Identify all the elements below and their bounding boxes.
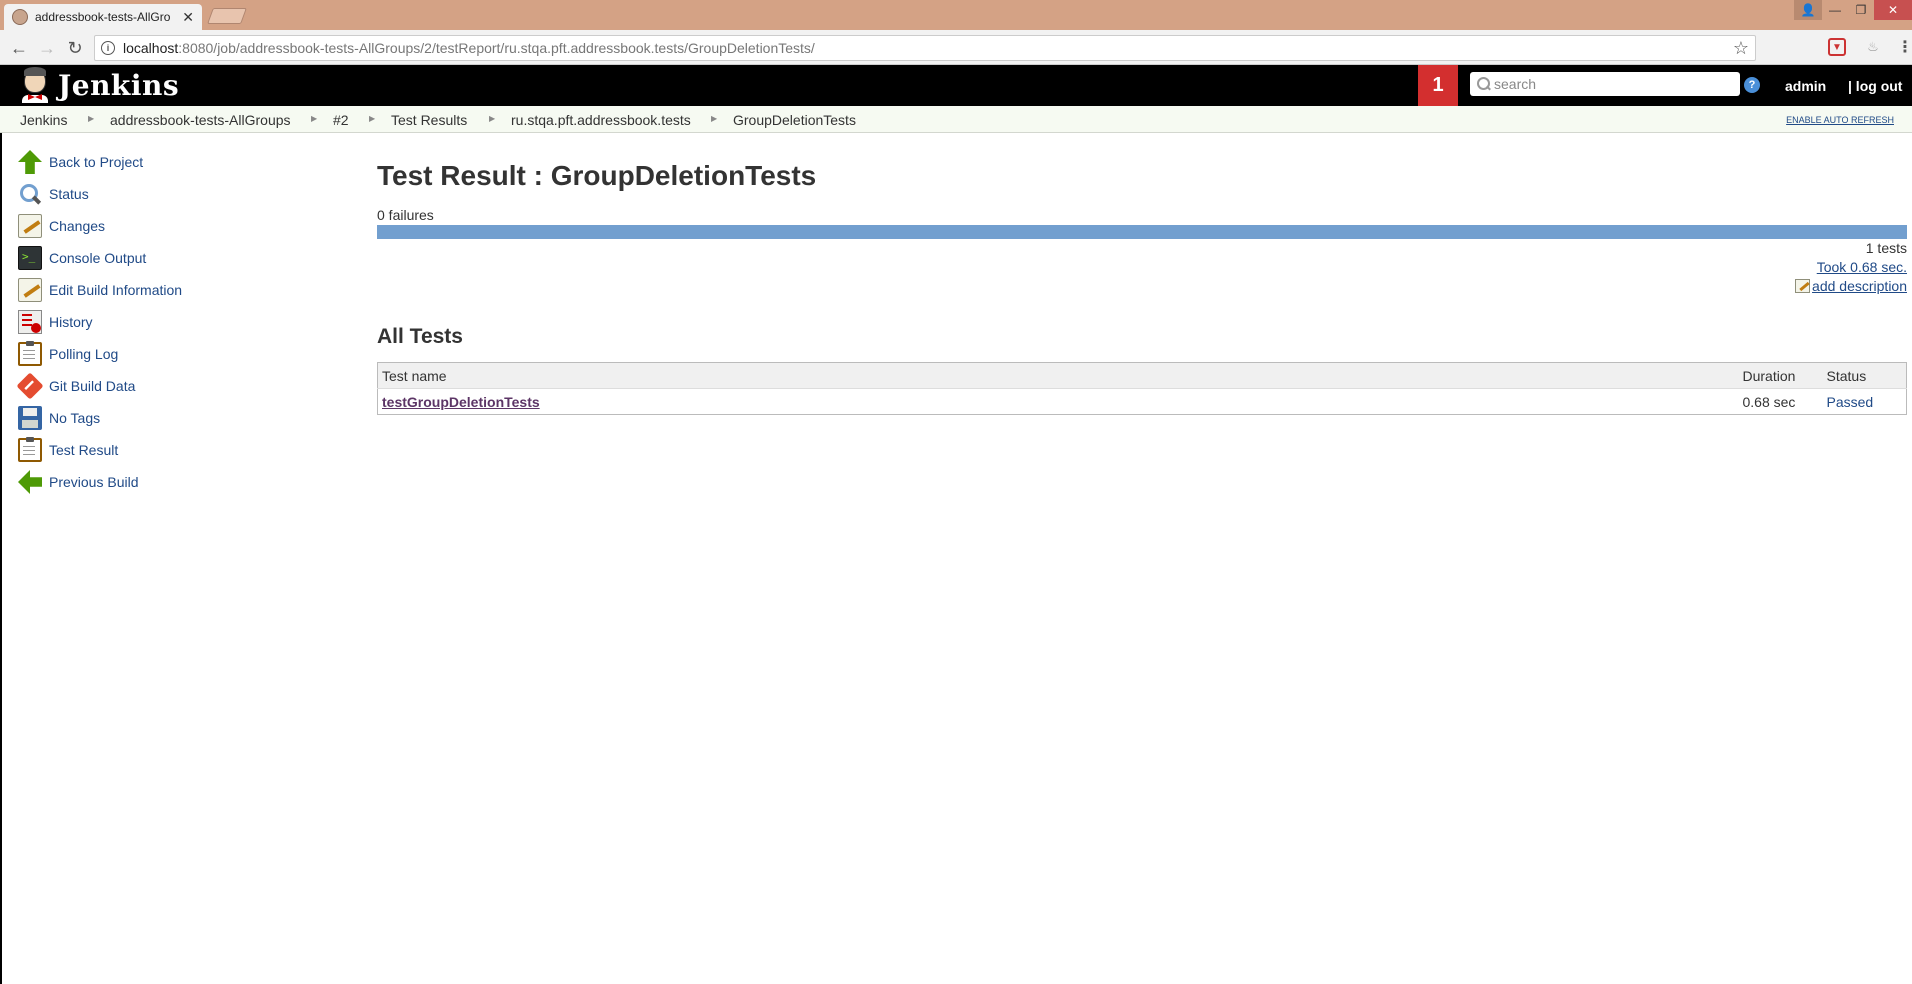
up-arrow-icon — [18, 150, 42, 174]
java-extension-icon[interactable]: ♨ — [1864, 38, 1882, 56]
test-results-table: Test name Duration Status testGroupDelet… — [377, 362, 1907, 415]
jenkins-favicon-icon — [12, 9, 28, 25]
git-icon — [16, 372, 44, 400]
sidebar-item-polling-log[interactable]: Polling Log — [18, 341, 118, 366]
browser-tab[interactable]: addressbook-tests-AllGro ✕ — [4, 4, 202, 30]
jenkins-title: Jenkins — [58, 68, 180, 102]
new-tab-button[interactable] — [207, 8, 247, 24]
sidebar-item-back-to-project[interactable]: Back to Project — [18, 150, 143, 174]
table-row: testGroupDeletionTests 0.68 sec Passed — [378, 389, 1907, 415]
breadcrumb-item[interactable]: ru.stqa.pft.addressbook.tests — [511, 112, 691, 128]
info-icon[interactable]: i — [101, 41, 115, 55]
column-header-status[interactable]: Status — [1822, 362, 1907, 389]
clipboard-icon — [18, 437, 42, 462]
edit-notepad-icon — [1795, 279, 1811, 293]
user-link[interactable]: admin — [1785, 78, 1826, 94]
test-pass-bar — [377, 225, 1907, 239]
failures-count: 0 failures — [377, 207, 434, 223]
url-path: :8080/job/addressbook-tests-AllGroups/2/… — [178, 40, 815, 56]
terminal-icon — [18, 246, 42, 270]
browser-toolbar: ← → ↻ i localhost :8080/job/addressbook-… — [0, 30, 1912, 65]
url-host: localhost — [123, 40, 179, 56]
maximize-button[interactable]: ❐ — [1848, 0, 1874, 20]
reload-icon[interactable]: ↻ — [64, 37, 86, 59]
sidebar-item-history[interactable]: History — [18, 310, 93, 334]
tab-close-icon[interactable]: ✕ — [182, 9, 194, 26]
sidebar-item-label[interactable]: Back to Project — [49, 154, 143, 170]
breadcrumb-item[interactable]: #2 — [333, 112, 349, 128]
tab-title: addressbook-tests-AllGro — [35, 10, 171, 24]
minimize-button[interactable]: — — [1822, 0, 1848, 20]
sidebar-item-label[interactable]: Polling Log — [49, 346, 118, 362]
breadcrumb-item[interactable]: GroupDeletionTests — [733, 112, 856, 128]
sidebar-item-git-build-data[interactable]: Git Build Data — [16, 372, 135, 400]
breadcrumb-item[interactable]: Test Results — [391, 112, 467, 128]
took-link[interactable]: Took 0.68 sec. — [1817, 259, 1907, 275]
sidebar-item-label[interactable]: Edit Build Information — [49, 282, 182, 298]
back-arrow-icon[interactable]: ← — [8, 37, 30, 59]
history-icon — [18, 310, 42, 334]
test-name-cell: testGroupDeletionTests — [378, 389, 1739, 415]
page-title: Test Result : GroupDeletionTests — [377, 160, 817, 191]
floppy-icon — [18, 406, 42, 430]
address-bar[interactable]: i localhost :8080/job/addressbook-tests-… — [94, 35, 1756, 61]
search-box — [1470, 72, 1740, 96]
sidebar-item-edit-build-information[interactable]: Edit Build Information — [18, 278, 182, 302]
column-header-test-name[interactable]: Test name — [377, 362, 1739, 389]
sidebar-item-label[interactable]: Git Build Data — [49, 378, 135, 394]
jenkins-logo[interactable]: Jenkins — [18, 67, 179, 103]
breadcrumb-item[interactable]: addressbook-tests-AllGroups — [110, 112, 291, 128]
test-duration-cell: 0.68 sec — [1742, 393, 1796, 410]
notepad-icon — [18, 278, 42, 302]
bookmark-star-icon[interactable]: ☆ — [1733, 38, 1749, 59]
clipboard-icon — [18, 341, 42, 366]
profile-icon[interactable]: 👤 — [1794, 0, 1822, 20]
breadcrumb: Jenkins ▶ addressbook-tests-AllGroups ▶ … — [0, 106, 1912, 133]
sidebar-item-label[interactable]: Changes — [49, 218, 105, 234]
test-name-link[interactable]: testGroupDeletionTests — [382, 394, 540, 410]
tests-count: 1 tests — [1865, 240, 1907, 256]
sidebar-item-label[interactable]: No Tags — [49, 410, 100, 426]
sidebar-item-changes[interactable]: Changes — [18, 214, 105, 238]
close-window-button[interactable]: ✕ — [1874, 0, 1912, 20]
window-left-border — [0, 133, 2, 984]
table-header-row: Test name Duration Status — [377, 362, 1907, 389]
forward-arrow-icon[interactable]: → — [36, 37, 58, 59]
sidebar-item-test-result[interactable]: Test Result — [18, 437, 118, 462]
chevron-right-icon[interactable]: ▶ — [489, 114, 495, 123]
jenkins-butler-icon — [18, 67, 52, 103]
add-description-link[interactable]: add description — [1795, 278, 1907, 294]
browser-menu-icon[interactable]: ⋮ — [1896, 38, 1912, 56]
search-input[interactable] — [1494, 76, 1734, 92]
breadcrumb-item[interactable]: Jenkins — [20, 112, 67, 128]
sidebar-item-no-tags[interactable]: No Tags — [18, 406, 100, 430]
pocket-extension-icon[interactable]: ▼ — [1828, 38, 1846, 56]
sidebar-item-label[interactable]: Status — [49, 186, 89, 202]
magnifier-icon — [18, 182, 42, 206]
sidebar-item-label[interactable]: Console Output — [49, 250, 146, 266]
all-tests-heading: All Tests — [377, 325, 463, 348]
jenkins-header: Jenkins 1 ? admin | log out — [0, 65, 1912, 106]
notepad-icon — [18, 214, 42, 238]
chevron-right-icon[interactable]: ▶ — [711, 114, 717, 123]
sidebar-item-previous-build[interactable]: Previous Build — [18, 470, 139, 494]
chevron-right-icon[interactable]: ▶ — [311, 114, 317, 123]
sidebar-item-console-output[interactable]: Console Output — [18, 246, 146, 270]
notification-badge[interactable]: 1 — [1418, 65, 1458, 106]
chevron-right-icon[interactable]: ▶ — [369, 114, 375, 123]
test-status-cell: Passed — [1826, 393, 1874, 410]
chevron-right-icon[interactable]: ▶ — [88, 114, 94, 123]
add-description-label[interactable]: add description — [1812, 278, 1907, 294]
enable-auto-refresh-link[interactable]: ENABLE AUTO REFRESH — [1786, 115, 1894, 125]
logout-link[interactable]: | log out — [1848, 78, 1902, 94]
search-icon — [1476, 76, 1492, 92]
sidebar-item-label[interactable]: History — [49, 314, 93, 330]
column-header-duration[interactable]: Duration — [1738, 362, 1823, 389]
left-arrow-icon — [18, 470, 42, 494]
browser-titlebar: addressbook-tests-AllGro ✕ 👤 — ❐ ✕ — [0, 0, 1912, 30]
sidebar-item-label[interactable]: Test Result — [49, 442, 118, 458]
help-icon[interactable]: ? — [1744, 77, 1760, 93]
sidebar-item-label[interactable]: Previous Build — [49, 474, 139, 490]
sidebar-item-status[interactable]: Status — [18, 182, 89, 206]
